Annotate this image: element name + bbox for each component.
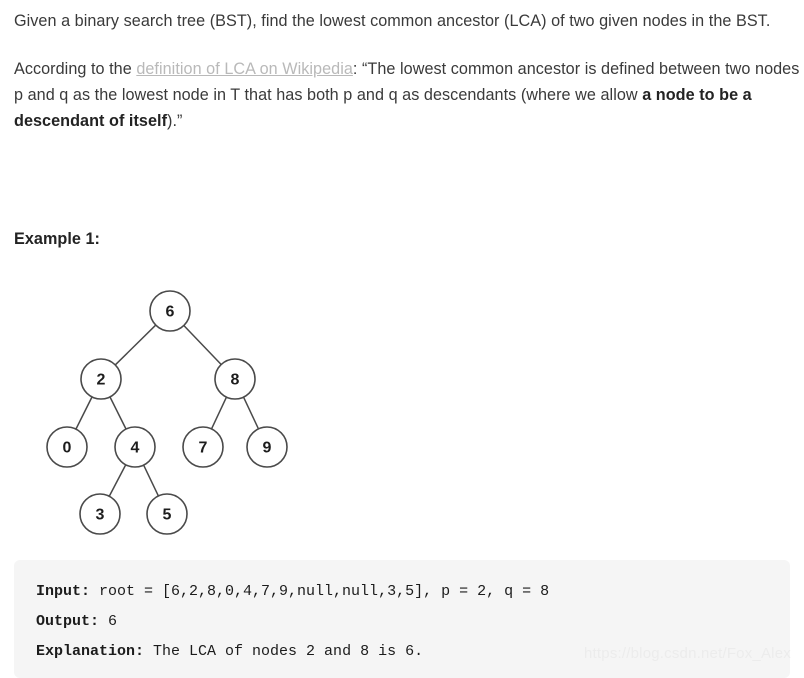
problem-paragraph-2: According to the definition of LCA on Wi… [14, 56, 804, 134]
tree-node-6: 6 [149, 290, 191, 332]
tree-edge-8-7 [210, 396, 228, 430]
binary-search-tree-diagram: 6 2 8 0 4 7 9 3 5 [0, 272, 330, 548]
paragraph-1-text: Given a binary search tree (BST), find t… [14, 12, 771, 30]
tree-node-7: 7 [182, 426, 224, 468]
tree-node-8: 8 [214, 358, 256, 400]
input-label: Input: [36, 583, 91, 600]
tree-edge-4-5 [142, 464, 160, 497]
code-line-input: Input: root = [6,2,8,0,4,7,9,null,null,3… [36, 577, 768, 607]
tree-node-label-8: 8 [231, 372, 240, 389]
tree-edge-6-2 [114, 324, 157, 366]
tree-edge-group [75, 324, 260, 497]
tree-node-label-3: 3 [96, 507, 105, 524]
tree-node-label-5: 5 [163, 507, 172, 524]
output-value: 6 [99, 613, 118, 630]
paragraph-2-tail-text: ).” [167, 112, 183, 130]
tree-node-label-6: 6 [166, 304, 175, 321]
tree-edge-2-4 [109, 396, 127, 430]
tree-node-label-9: 9 [263, 440, 272, 457]
tree-node-3: 3 [79, 493, 121, 535]
tree-node-label-2: 2 [97, 372, 106, 389]
code-line-explanation: Explanation: The LCA of nodes 2 and 8 is… [36, 637, 768, 667]
wikipedia-lca-link[interactable]: definition of LCA on Wikipedia [136, 60, 353, 78]
tree-edge-6-8 [183, 324, 222, 366]
explanation-value: The LCA of nodes 2 and 8 is 6. [144, 643, 424, 660]
explanation-label: Explanation: [36, 643, 145, 660]
tree-edge-2-0 [75, 396, 93, 430]
tree-node-label-7: 7 [199, 440, 208, 457]
tree-edge-4-3 [108, 464, 127, 497]
output-label: Output: [36, 613, 100, 630]
tree-node-0: 0 [46, 426, 88, 468]
tree-edge-8-9 [242, 396, 260, 430]
problem-paragraph-1: Given a binary search tree (BST), find t… [14, 8, 804, 34]
code-line-output: Output: 6 [36, 607, 768, 637]
tree-node-5: 5 [146, 493, 188, 535]
tree-node-9: 9 [246, 426, 288, 468]
paragraph-2-lead-text: According to the [14, 60, 137, 78]
tree-node-4: 4 [114, 426, 156, 468]
tree-svg: 6 2 8 0 4 7 9 3 5 [46, 290, 288, 535]
tree-node-label-4: 4 [131, 440, 140, 457]
example-heading: Example 1: [14, 230, 100, 248]
tree-node-label-0: 0 [63, 440, 72, 457]
tree-node-2: 2 [80, 358, 122, 400]
problem-description: Given a binary search tree (BST), find t… [14, 8, 804, 134]
problem-statement-page: Given a binary search tree (BST), find t… [0, 0, 804, 678]
input-value: root = [6,2,8,0,4,7,9,null,null,3,5], p … [90, 583, 550, 600]
example-code-block: Input: root = [6,2,8,0,4,7,9,null,null,3… [14, 560, 790, 678]
